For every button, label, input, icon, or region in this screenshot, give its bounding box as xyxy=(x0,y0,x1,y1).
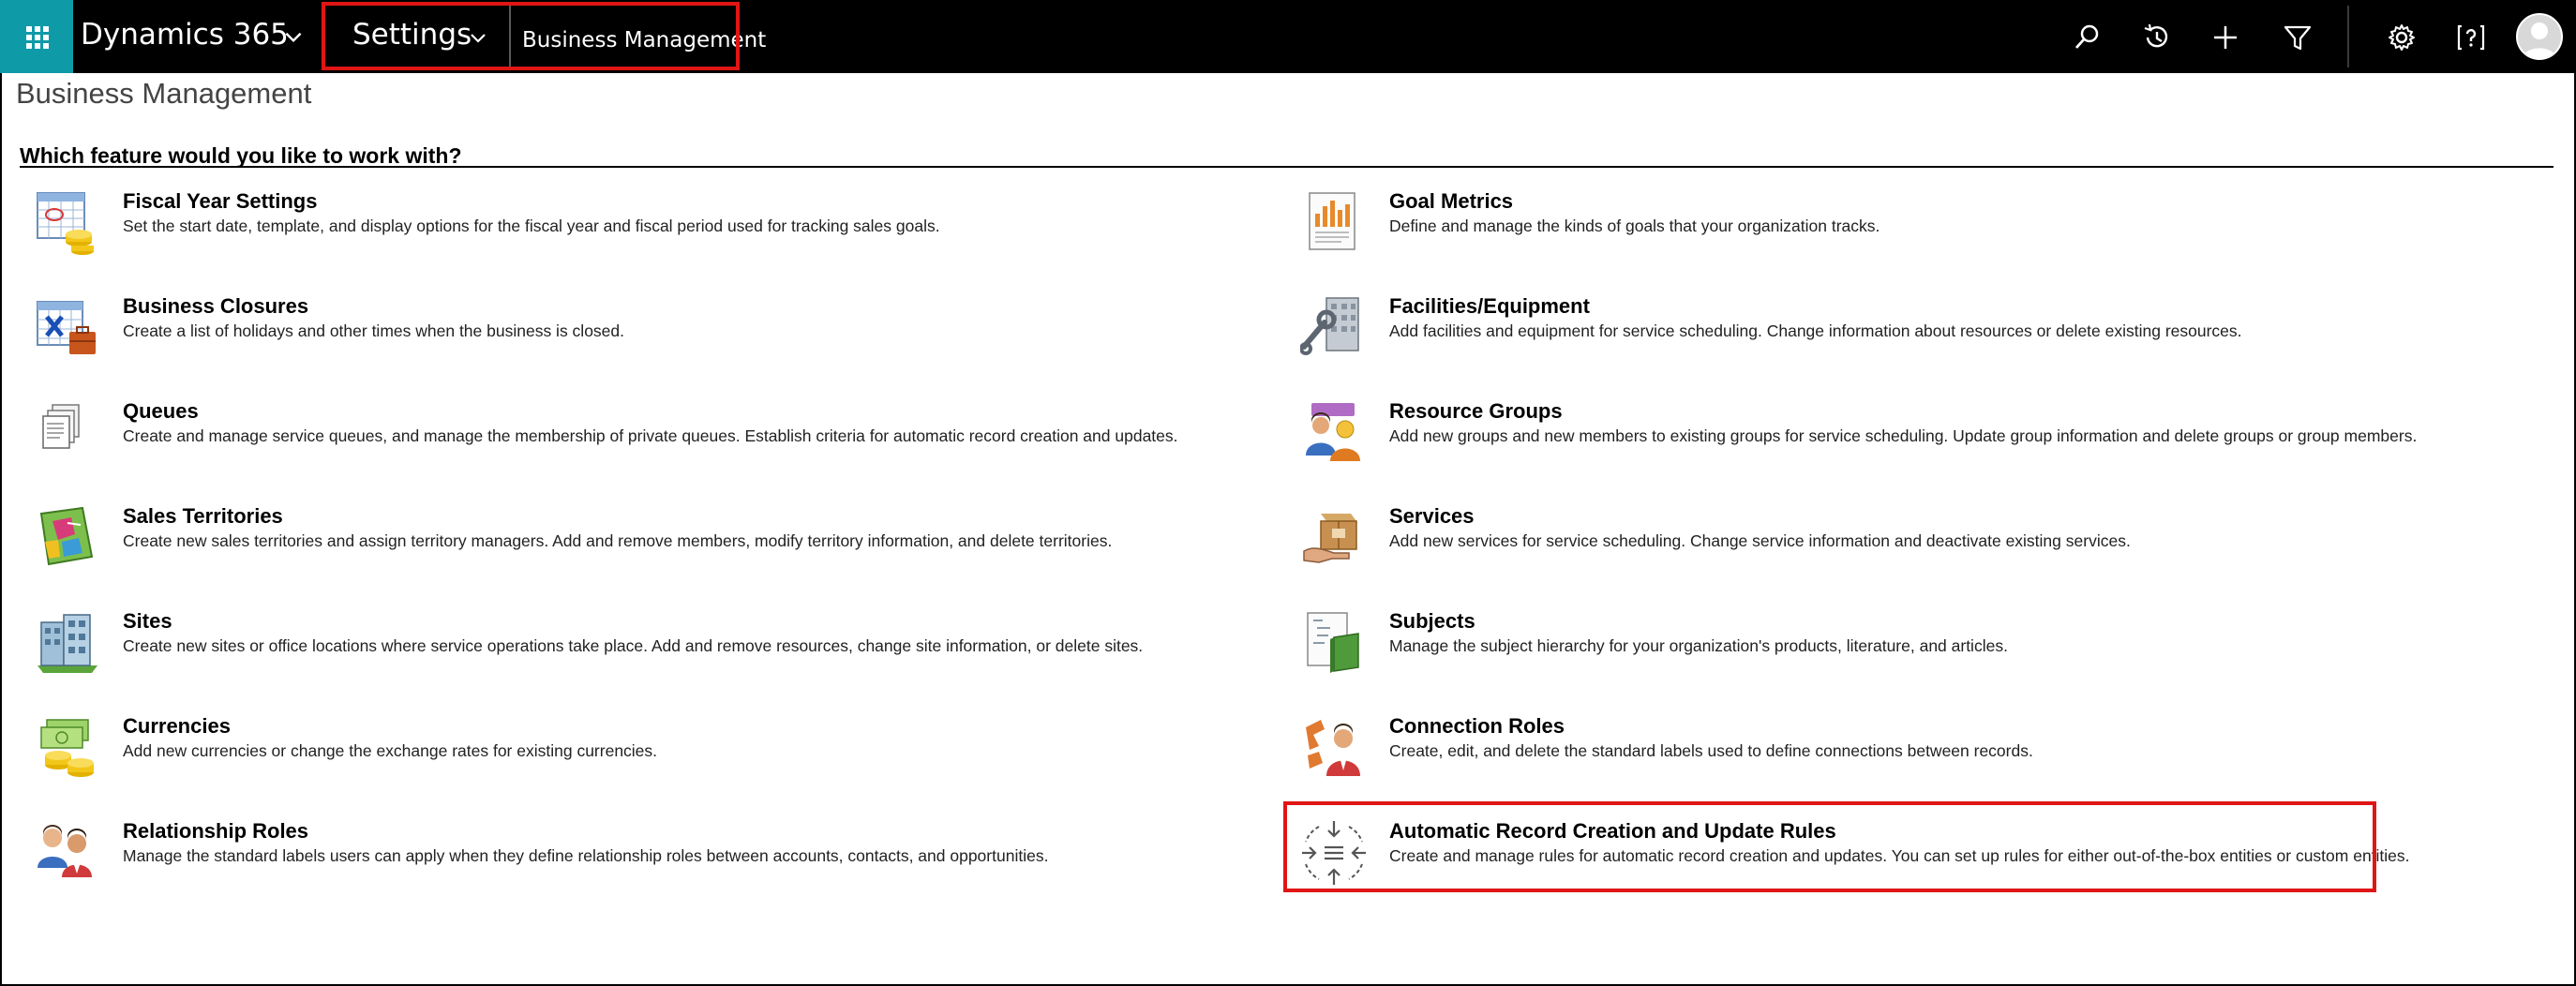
search-icon[interactable] xyxy=(2072,22,2102,52)
user-avatar[interactable] xyxy=(2516,13,2563,60)
filter-icon[interactable] xyxy=(2283,22,2313,52)
feature-resource-groups[interactable]: Resource Groups Add new groups and new m… xyxy=(1300,399,2519,474)
feature-goal-metrics[interactable]: Goal Metrics Define and manage the kinds… xyxy=(1300,189,2519,264)
chevron-down-icon[interactable] xyxy=(281,24,306,49)
waffle-icon xyxy=(26,26,49,49)
feature-description: Create and manage service queues, and ma… xyxy=(123,426,1178,445)
feature-title[interactable]: Queues xyxy=(123,399,199,424)
feature-description: Create new sales territories and assign … xyxy=(123,531,1113,550)
page-title: Business Management xyxy=(16,77,312,110)
feature-title[interactable]: Resource Groups xyxy=(1389,399,1563,424)
feature-subjects[interactable]: Subjects Manage the subject hierarchy fo… xyxy=(1300,609,2519,684)
feature-description: Create new sites or office locations whe… xyxy=(123,636,1144,655)
feature-title[interactable]: Fiscal Year Settings xyxy=(123,189,317,214)
territory-map-icon xyxy=(39,506,94,566)
goal-metrics-icon xyxy=(1309,192,1355,250)
feature-description: Add new currencies or change the exchang… xyxy=(123,741,658,760)
history-icon[interactable] xyxy=(2141,22,2171,52)
services-icon xyxy=(1303,514,1357,563)
feature-description: Manage the standard labels users can app… xyxy=(123,846,1049,865)
feature-sales-territories[interactable]: Sales Territories Create new sales terri… xyxy=(34,504,1252,579)
feature-title[interactable]: Subjects xyxy=(1389,609,1475,634)
divider xyxy=(2347,6,2349,67)
feature-currencies[interactable]: Currencies Add new currencies or change … xyxy=(34,714,1252,789)
facilities-icon xyxy=(1300,297,1359,355)
divider xyxy=(20,166,2554,168)
section-heading: Which feature would you like to work wit… xyxy=(20,143,462,168)
feature-business-closures[interactable]: Business Closures Create a list of holid… xyxy=(34,294,1252,369)
feature-title[interactable]: Business Closures xyxy=(123,294,308,319)
highlight-automatic-record-rules xyxy=(1283,801,2376,892)
feature-description: Create, edit, and delete the standard la… xyxy=(1389,741,2033,760)
feature-title[interactable]: Connection Roles xyxy=(1389,714,1565,739)
subjects-icon xyxy=(1307,612,1359,673)
feature-services[interactable]: Services Add new services for service sc… xyxy=(1300,504,2519,579)
site-building-icon xyxy=(37,614,97,673)
queue-icon xyxy=(42,404,80,449)
gear-icon[interactable] xyxy=(2387,22,2417,52)
feature-description: Add new groups and new members to existi… xyxy=(1389,426,2418,445)
feature-title[interactable]: Facilities/Equipment xyxy=(1389,294,1590,319)
connection-roles-icon xyxy=(1306,720,1360,776)
help-icon[interactable] xyxy=(2456,22,2486,52)
app-launcher-button[interactable] xyxy=(0,0,73,73)
feature-title[interactable]: Goal Metrics xyxy=(1389,189,1513,214)
feature-queues[interactable]: Queues Create and manage service queues,… xyxy=(34,399,1252,474)
feature-title[interactable]: Sites xyxy=(123,609,172,634)
feature-description: Manage the subject hierarchy for your or… xyxy=(1389,636,2008,655)
feature-title[interactable]: Relationship Roles xyxy=(123,819,308,844)
feature-title[interactable]: Services xyxy=(1389,504,1475,529)
feature-description: Add facilities and equipment for service… xyxy=(1389,321,2242,340)
feature-connection-roles[interactable]: Connection Roles Create, edit, and delet… xyxy=(1300,714,2519,789)
fiscal-calendar-icon xyxy=(37,192,94,255)
currency-icon xyxy=(40,719,94,777)
feature-sites[interactable]: Sites Create new sites or office locatio… xyxy=(34,609,1252,684)
app-title[interactable]: Dynamics 365 xyxy=(81,18,289,52)
feature-facilities-equipment[interactable]: Facilities/Equipment Add facilities and … xyxy=(1300,294,2519,369)
business-closure-icon xyxy=(37,301,96,354)
feature-description: Create a list of holidays and other time… xyxy=(123,321,625,340)
plus-icon[interactable] xyxy=(2210,22,2240,52)
highlight-settings-breadcrumb xyxy=(322,2,740,70)
feature-relationship-roles[interactable]: Relationship Roles Manage the standard l… xyxy=(34,819,1252,894)
feature-description: Set the start date, template, and displa… xyxy=(123,217,940,235)
avatar-icon xyxy=(2523,22,2556,58)
feature-fiscal-year-settings[interactable]: Fiscal Year Settings Set the start date,… xyxy=(34,189,1252,264)
feature-description: Add new services for service scheduling.… xyxy=(1389,531,2131,550)
relationship-roles-icon xyxy=(37,825,92,877)
feature-title[interactable]: Currencies xyxy=(123,714,231,739)
feature-title[interactable]: Sales Territories xyxy=(123,504,283,529)
feature-description: Define and manage the kinds of goals tha… xyxy=(1389,217,1880,235)
resource-groups-icon xyxy=(1306,403,1360,461)
